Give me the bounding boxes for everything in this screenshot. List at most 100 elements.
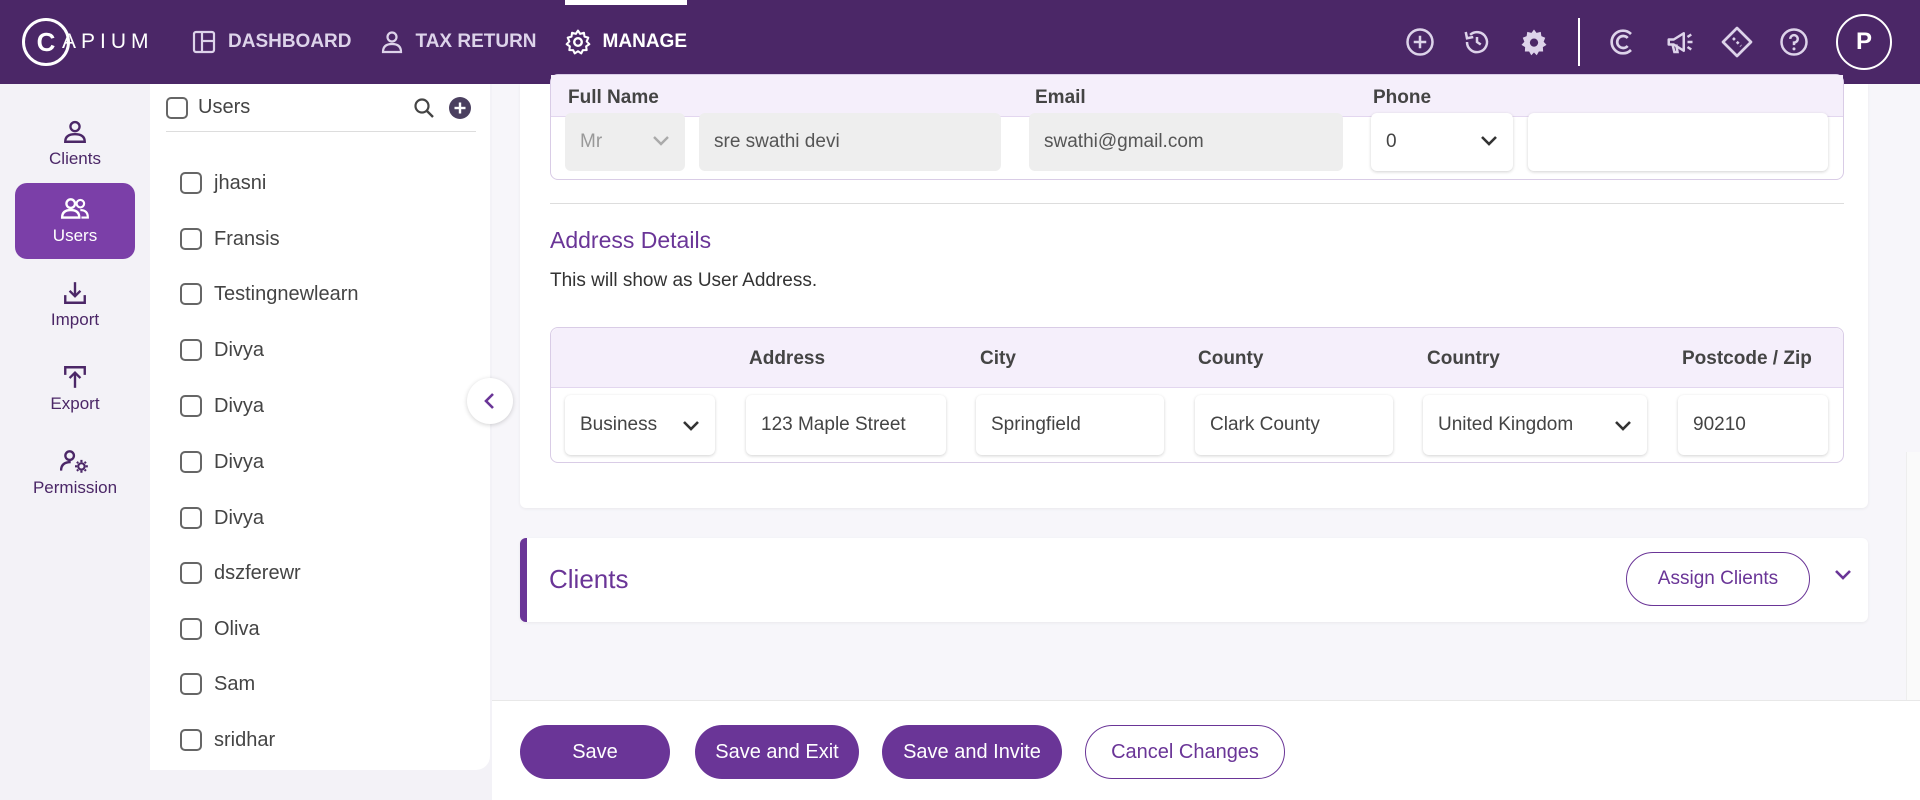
user-list-title: Users <box>198 96 251 118</box>
save-and-exit-button[interactable]: Save and Exit <box>695 725 859 779</box>
rail-item-permission[interactable]: Permission <box>15 435 135 511</box>
user-checkbox[interactable] <box>180 172 202 194</box>
vertical-scrollbar[interactable] <box>1906 452 1920 700</box>
logo-text: APIUM <box>62 30 154 53</box>
user-checkbox[interactable] <box>180 283 202 305</box>
user-checkbox[interactable] <box>180 451 202 473</box>
rail-item-users[interactable]: Users <box>15 183 135 259</box>
user-list-item[interactable]: sridhar <box>180 720 275 760</box>
postcode-field[interactable]: 90210 <box>1678 395 1828 455</box>
user-checkbox[interactable] <box>180 618 202 640</box>
user-name: jhasni <box>214 171 267 194</box>
megaphone-icon[interactable] <box>1662 24 1698 60</box>
person-icon <box>64 120 86 143</box>
collapse-panel-button[interactable] <box>467 378 513 424</box>
user-name: Fransis <box>214 227 280 250</box>
title-select[interactable]: Mr <box>565 113 685 171</box>
export-icon <box>64 366 86 388</box>
user-name: Divya <box>214 394 265 417</box>
rail-item-clients[interactable]: Clients <box>15 106 135 182</box>
user-list-item[interactable]: Divya <box>180 498 264 538</box>
user-avatar[interactable]: P <box>1836 14 1892 70</box>
search-icon[interactable] <box>412 96 436 125</box>
address-value: 123 Maple Street <box>761 414 906 435</box>
email-value: swathi@gmail.com <box>1044 131 1204 152</box>
full-name-field[interactable]: sre swathi devi <box>699 113 1001 171</box>
user-list-item[interactable]: jhasni <box>180 163 266 203</box>
user-name: Divya <box>214 338 265 361</box>
user-list-item[interactable]: Oliva <box>180 609 260 649</box>
phone-number-field[interactable] <box>1528 113 1828 171</box>
header-phone: Phone <box>1373 87 1432 108</box>
capium-logo[interactable]: C APIUM <box>22 18 164 66</box>
header-full-name: Full Name <box>568 87 659 108</box>
user-checkbox[interactable] <box>180 673 202 695</box>
settings-icon[interactable] <box>1516 24 1552 60</box>
user-checkbox[interactable] <box>180 729 202 751</box>
phone-code-select[interactable]: 0 <box>1371 113 1513 171</box>
user-list-item[interactable]: Divya <box>180 330 264 370</box>
toolbar-divider <box>1578 18 1580 66</box>
address-details-subtitle: This will show as User Address. <box>550 270 818 291</box>
rail-item-export[interactable]: Export <box>15 351 135 427</box>
user-checkbox[interactable] <box>180 228 202 250</box>
chevron-down-icon <box>1481 136 1497 146</box>
address-field[interactable]: 123 Maple Street <box>746 395 946 455</box>
city-field[interactable]: Springfield <box>976 395 1164 455</box>
assign-clients-button[interactable]: Assign Clients <box>1626 552 1810 606</box>
clients-section-title: Clients <box>549 564 629 594</box>
full-name-value: sre swathi devi <box>714 131 840 152</box>
country-value: United Kingdom <box>1438 414 1574 435</box>
header-city: City <box>980 348 1016 369</box>
nav-dashboard[interactable]: DASHBOARD <box>192 0 352 84</box>
nav-manage[interactable]: MANAGE <box>564 0 688 84</box>
nav-tax-return-label: TAX RETURN <box>415 31 537 52</box>
history-icon[interactable] <box>1459 24 1495 60</box>
user-list-item[interactable]: Sam <box>180 664 255 704</box>
chevron-down-icon <box>653 136 669 146</box>
import-icon <box>64 282 86 304</box>
user-checkbox[interactable] <box>180 395 202 417</box>
user-list-item[interactable]: Divya <box>180 386 264 426</box>
add-user-icon[interactable] <box>448 96 472 125</box>
header-postcode: Postcode / Zip <box>1682 348 1812 369</box>
postcode-value: 90210 <box>1693 414 1746 435</box>
action-footer: Save Save and Exit Save and Invite Cance… <box>492 700 1920 800</box>
county-value: Clark County <box>1210 414 1320 435</box>
address-type-select[interactable]: Business <box>565 395 715 455</box>
save-button[interactable]: Save <box>520 725 670 779</box>
capium-icon[interactable] <box>1605 24 1641 60</box>
save-and-invite-button[interactable]: Save and Invite <box>882 725 1062 779</box>
header-address: Address <box>749 348 826 369</box>
user-list-item[interactable]: Testingnewlearn <box>180 274 359 314</box>
nav-tax-return[interactable]: TAX RETURN <box>380 0 537 84</box>
rail-item-import[interactable]: Import <box>15 267 135 343</box>
nav-dashboard-label: DASHBOARD <box>228 31 352 52</box>
user-list-header: Users <box>166 84 476 132</box>
cancel-changes-button[interactable]: Cancel Changes <box>1085 725 1285 779</box>
user-list-item[interactable]: Divya <box>180 442 264 482</box>
user-name: Sam <box>214 672 256 695</box>
address-table-header: Address City County Country Postcode / Z… <box>551 328 1843 388</box>
ticket-icon[interactable] <box>1719 24 1755 60</box>
select-all-checkbox[interactable] <box>166 96 188 119</box>
contact-table: Full Name Email Phone Mr sre swathi devi… <box>550 74 1844 180</box>
email-field[interactable]: swathi@gmail.com <box>1029 113 1343 171</box>
header-country: Country <box>1427 348 1500 369</box>
country-select[interactable]: United Kingdom <box>1423 395 1647 455</box>
rail-label-export: Export <box>50 394 100 413</box>
user-list-panel: Users jhasni Fransis Testingnewlearn Div… <box>150 84 490 770</box>
address-details-title: Address Details <box>550 227 712 253</box>
user-list-item[interactable]: dszferewr <box>180 553 301 593</box>
address-type-value: Business <box>580 414 658 435</box>
section-divider <box>550 203 1844 204</box>
user-checkbox[interactable] <box>180 507 202 529</box>
user-list-item[interactable]: Fransis <box>180 219 280 259</box>
county-field[interactable]: Clark County <box>1195 395 1393 455</box>
add-circle-icon[interactable] <box>1402 24 1438 60</box>
user-checkbox[interactable] <box>180 562 202 584</box>
help-icon[interactable] <box>1776 24 1812 60</box>
chevron-down-icon[interactable] <box>1832 566 1854 582</box>
user-checkbox[interactable] <box>180 339 202 361</box>
main-content: Full Name Email Phone Mr sre swathi devi… <box>492 74 1920 700</box>
